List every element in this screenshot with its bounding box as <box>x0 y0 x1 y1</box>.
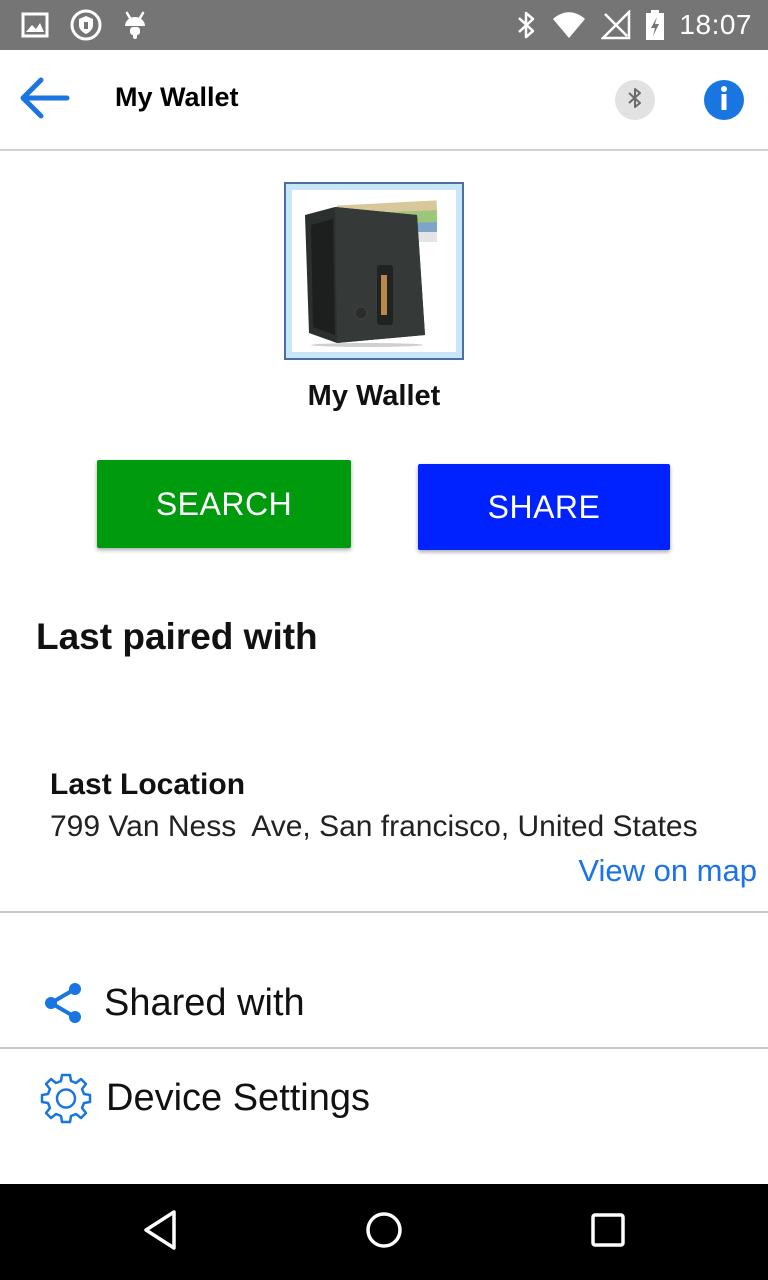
device-settings-label: Device Settings <box>106 1076 371 1119</box>
nav-back-button[interactable] <box>132 1204 188 1260</box>
shared-with-row[interactable]: Shared with <box>0 960 768 1046</box>
back-button[interactable] <box>14 72 74 128</box>
info-button[interactable] <box>704 80 744 120</box>
info-icon <box>718 85 730 116</box>
share-icon <box>34 981 94 1025</box>
android-icon <box>122 9 148 41</box>
device-image <box>284 182 464 360</box>
nav-home-button[interactable] <box>356 1204 412 1260</box>
status-time: 18:07 <box>679 9 752 40</box>
divider <box>0 1047 768 1049</box>
view-on-map-link[interactable]: View on map <box>578 853 757 889</box>
shared-with-label: Shared with <box>104 981 305 1024</box>
search-button[interactable]: SEARCH <box>97 460 351 548</box>
divider <box>0 911 768 913</box>
back-triangle-icon <box>140 1208 180 1257</box>
status-system: 18:07 <box>515 9 752 41</box>
battery-icon <box>645 9 665 41</box>
nav-recents-button[interactable] <box>580 1204 636 1260</box>
shield-icon <box>70 9 102 41</box>
share-button[interactable]: SHARE <box>418 464 670 550</box>
device-name: My Wallet <box>307 380 441 412</box>
back-arrow-icon <box>17 74 71 127</box>
status-notifications <box>20 9 148 41</box>
image-icon <box>20 11 50 39</box>
page-title: My Wallet <box>115 82 239 112</box>
bluetooth-icon <box>627 86 643 115</box>
wallet-image <box>292 190 456 352</box>
bluetooth-icon <box>515 9 537 41</box>
signal-icon <box>601 10 631 40</box>
last-location-address: 799 Van Ness Ave, San francisco, United … <box>50 810 698 843</box>
wifi-icon <box>551 10 587 40</box>
status-bar: 18:07 <box>0 0 768 50</box>
app-bar: My Wallet <box>0 50 768 151</box>
bluetooth-status-button[interactable] <box>615 80 655 120</box>
last-paired-heading: Last paired with <box>36 616 318 657</box>
gear-icon <box>36 1072 96 1124</box>
device-settings-row[interactable]: Device Settings <box>0 1050 768 1146</box>
recents-square-icon <box>590 1212 626 1253</box>
home-circle-icon <box>364 1210 404 1255</box>
navigation-bar <box>0 1184 768 1280</box>
last-location-label: Last Location <box>50 768 246 801</box>
